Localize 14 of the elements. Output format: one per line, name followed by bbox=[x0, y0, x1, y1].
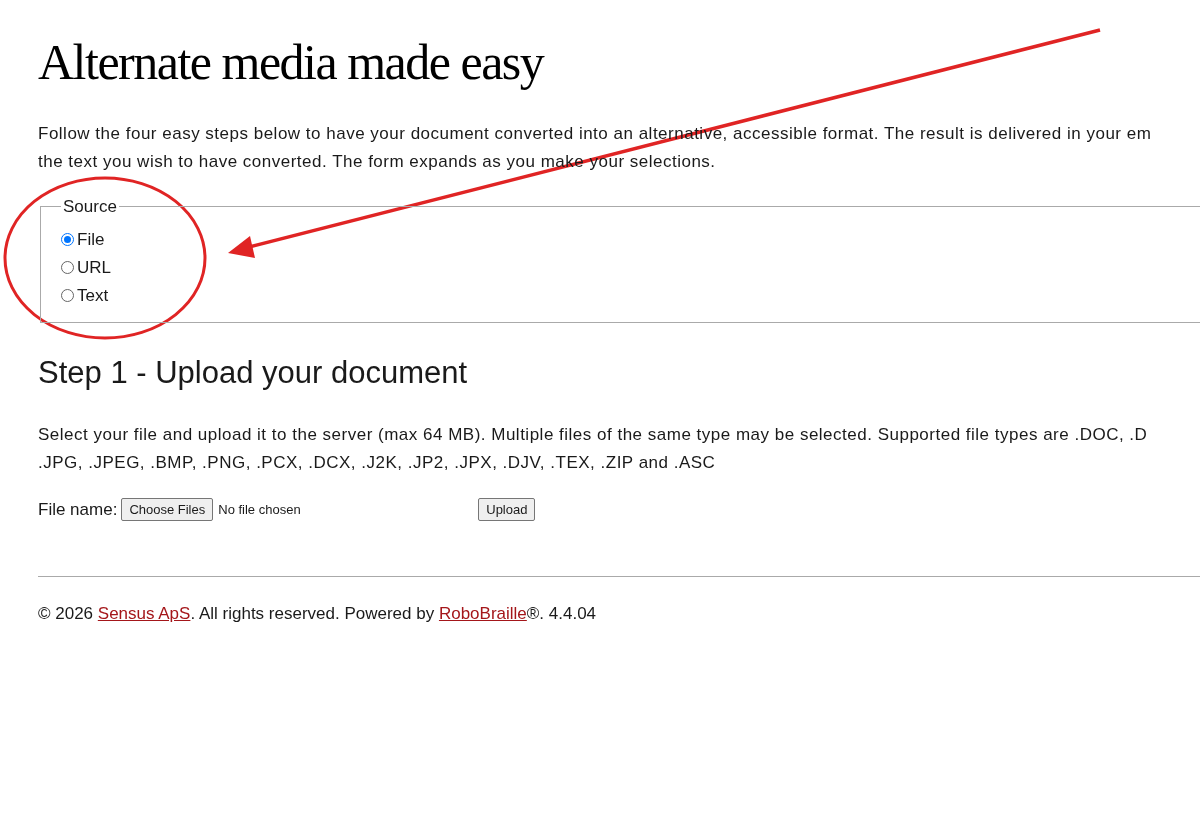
source-option[interactable]: URL bbox=[61, 253, 1200, 282]
file-name-label: File name: bbox=[38, 498, 118, 521]
page-title: Alternate media made easy bbox=[38, 33, 545, 92]
source-option[interactable]: Text bbox=[61, 281, 1200, 310]
footer-link[interactable]: Sensus ApS bbox=[97, 604, 191, 623]
step-description: Select your file and upload it to the server (max 64 MB). Multiple files of the same type may be selected. Supported file types are .DOC, .D .JPG, .JPEG, .BMP, .PNG, .PCX, .DCX, .J2K, .JP2, .JPX, .DJV, .TEX, .ZIP and .ASC bbox=[38, 423, 1149, 474]
source-legend: Source bbox=[61, 194, 119, 220]
footer-text: © 2026 Sensus ApS. All rights reserved. Powered by RoboBraille®. 4.4.04 bbox=[38, 603, 598, 625]
source-option[interactable]: File bbox=[61, 225, 1200, 254]
step-heading: Step 1 - Upload your document bbox=[38, 353, 469, 392]
upload-button[interactable]: Upload bbox=[478, 497, 536, 521]
file-status: No file chosen bbox=[218, 500, 302, 519]
footer-link[interactable]: RoboBraille bbox=[438, 604, 527, 623]
choose-files-button[interactable]: Choose Files bbox=[121, 497, 214, 521]
